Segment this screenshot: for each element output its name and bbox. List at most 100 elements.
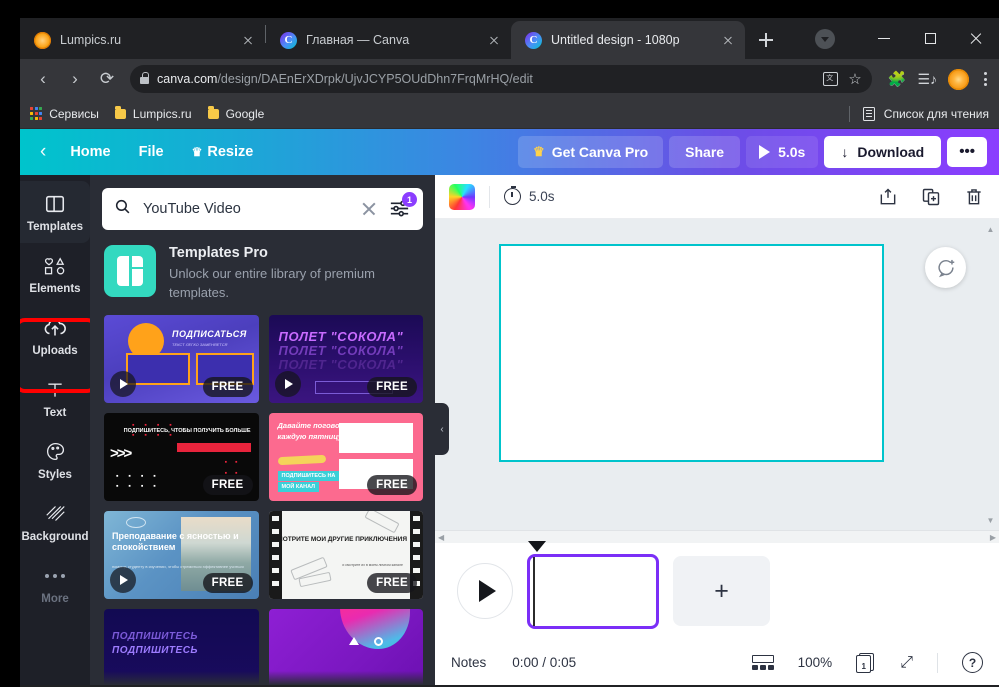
minimize-button[interactable]	[861, 22, 907, 55]
decorative-circle	[373, 636, 383, 646]
get-canva-pro-button[interactable]: ♛ Get Canva Pro	[518, 136, 664, 168]
template-card[interactable]: ПОЛЕТ "СОКОЛА" ПОЛЕТ "СОКОЛА" ПОЛЕТ "СОК…	[268, 314, 423, 403]
sidebar-item-elements[interactable]: Elements	[20, 243, 90, 305]
add-page-icon[interactable]	[877, 186, 899, 208]
sidebar-item-uploads[interactable]: Uploads	[20, 305, 90, 367]
address-bar[interactable]: canva.com/design/DAEnErXDrpk/UjvJCYP5OUd…	[130, 65, 872, 93]
bookmark-google[interactable]: Google	[207, 106, 264, 121]
profile-chevron-icon[interactable]	[815, 28, 835, 49]
profile-avatar[interactable]	[948, 68, 969, 90]
playhead-marker[interactable]	[528, 541, 546, 552]
notes-button[interactable]: Notes	[451, 655, 486, 670]
time-readout: 0:00 / 0:05	[512, 655, 577, 670]
template-card[interactable]: ▪ ▪ ▪ ▪ ▪ ▪ ▪ ▪ >>> ПОДПИШИТЕСЬ, ЧТОБЫ ПО…	[104, 412, 259, 501]
sidebar-item-more[interactable]: More	[20, 553, 90, 615]
home-button[interactable]: Home	[56, 137, 124, 167]
bookmark-label: Сервисы	[49, 106, 99, 121]
template-card[interactable]: СМОТРИТЕ МОИ ДРУГИЕ ПРИКЛЮЧЕНИЯ и смотри…	[268, 510, 423, 599]
template-tag: МОЙ КАНАЛ	[277, 481, 320, 492]
panel-collapse-button[interactable]: ‹	[435, 403, 449, 455]
media-list-icon[interactable]: ☰♪	[917, 71, 937, 88]
play-icon[interactable]	[110, 566, 136, 593]
scroll-down-icon[interactable]: ▼	[986, 516, 995, 525]
templates-pro-promo[interactable]: Templates Pro Unlock our entire library …	[90, 238, 435, 315]
play-icon[interactable]	[274, 370, 301, 397]
divider	[489, 185, 490, 208]
duplicate-page-icon[interactable]	[920, 186, 942, 208]
sidebar-item-label: Elements	[29, 282, 81, 295]
chrome-menu-icon[interactable]	[980, 72, 991, 86]
bookmark-apps[interactable]: Сервисы	[30, 107, 99, 121]
close-icon[interactable]	[485, 31, 503, 49]
help-icon[interactable]: ?	[962, 652, 983, 673]
close-icon[interactable]	[239, 31, 257, 49]
tab-title: Lumpics.ru	[60, 33, 122, 47]
resize-button[interactable]: ♛ Resize	[178, 137, 268, 167]
sidebar-item-templates[interactable]: Templates	[20, 181, 90, 243]
new-tab-button[interactable]	[751, 25, 781, 55]
pages-icon[interactable]: 1	[856, 652, 876, 673]
play-icon[interactable]	[110, 370, 136, 397]
browser-tab-untitled-design[interactable]: C Untitled design - 1080p	[511, 21, 745, 59]
play-button[interactable]	[457, 563, 513, 619]
browser-tab-lumpics[interactable]: Lumpics.ru	[20, 21, 265, 59]
add-page-button[interactable]: +	[673, 556, 770, 626]
page-thumbnail-1[interactable]	[527, 553, 659, 629]
maximize-button[interactable]	[907, 22, 953, 55]
expand-icon[interactable]: ⤢	[900, 654, 913, 672]
vertical-scrollbar[interactable]: ▲ ▼	[986, 225, 995, 525]
decorative-sketch	[364, 510, 400, 534]
canvas-area[interactable]: ▲ ▼ ◀ ▶	[435, 219, 999, 543]
template-card[interactable]: ПОДПИСАТЬСЯ ТЕКСТ ЛЕГКО ЗАМЕНЯЕТСЯ FREE	[104, 314, 259, 403]
share-button[interactable]: Share	[669, 136, 741, 168]
browser-window: Lumpics.ru C Главная — Canva C Untitled …	[20, 18, 999, 687]
zoom-level[interactable]: 100%	[798, 655, 833, 670]
template-card[interactable]: Давайте поговорим искусство каждую пятни…	[268, 412, 423, 501]
present-button[interactable]: 5.0s	[746, 136, 819, 168]
sidebar-item-styles[interactable]: Styles	[20, 429, 90, 491]
add-comment-icon[interactable]	[925, 247, 966, 288]
orange-slice-icon	[34, 31, 51, 49]
template-card[interactable]: ПОДПИШИТЕСЬ	[268, 608, 423, 685]
canva-header-left: ‹ Home File ♛ Resize	[32, 137, 267, 167]
omnibox-icons: ☆	[823, 72, 862, 87]
trash-icon[interactable]	[963, 186, 985, 208]
template-card[interactable]: ПОДПИШИТЕСЬ ПОДПИШИТЕСЬ	[104, 608, 259, 685]
color-wheel-icon[interactable]	[449, 183, 475, 210]
page-layout-icon[interactable]	[751, 654, 774, 671]
page-duration-button[interactable]: 5.0s	[504, 185, 555, 205]
extensions-puzzle-icon[interactable]: 🧩	[888, 70, 907, 88]
horizontal-scrollbar[interactable]: ◀ ▶	[435, 530, 999, 543]
extension-icons: 🧩 ☰♪	[880, 68, 991, 90]
design-page[interactable]	[499, 244, 884, 462]
more-options-button[interactable]: •••	[947, 137, 987, 167]
scroll-up-icon[interactable]: ▲	[986, 225, 995, 234]
search-box[interactable]: YouTube Video 1	[102, 188, 423, 230]
close-icon[interactable]	[361, 201, 377, 217]
download-button[interactable]: ↓ Download	[824, 136, 942, 168]
template-card[interactable]: Преподавание с ясностью и спокойствием п…	[104, 510, 259, 599]
forward-button[interactable]: ›	[60, 64, 90, 94]
translate-icon[interactable]	[823, 72, 839, 86]
free-badge: FREE	[367, 474, 417, 495]
file-menu-button[interactable]: File	[125, 137, 178, 167]
sidebar-item-background[interactable]: Background	[20, 491, 90, 553]
filter-sliders-icon[interactable]: 1	[389, 192, 417, 219]
close-icon[interactable]	[719, 31, 737, 49]
scroll-left-icon[interactable]: ◀	[438, 533, 444, 542]
palette-icon	[45, 440, 66, 464]
scroll-right-icon[interactable]: ▶	[990, 533, 996, 542]
search-input[interactable]: YouTube Video	[143, 201, 349, 217]
editor-statusbar: Notes 0:00 / 0:05 100% 1 ⤢ ?	[435, 639, 999, 685]
sidebar-item-text[interactable]: Text	[20, 367, 90, 429]
free-badge: FREE	[202, 474, 253, 495]
bookmark-lumpics[interactable]: Lumpics.ru	[114, 106, 192, 121]
close-window-button[interactable]	[953, 22, 999, 55]
browser-tab-canva-home[interactable]: C Главная — Canva	[266, 21, 511, 59]
bookmark-star-icon[interactable]: ☆	[848, 72, 861, 87]
reload-button[interactable]: ⟳	[92, 64, 122, 94]
back-icon[interactable]: ‹	[32, 141, 56, 163]
more-dots-icon	[45, 564, 65, 588]
back-button[interactable]: ‹	[28, 64, 58, 94]
reading-list-button[interactable]: Список для чтения	[848, 105, 989, 122]
